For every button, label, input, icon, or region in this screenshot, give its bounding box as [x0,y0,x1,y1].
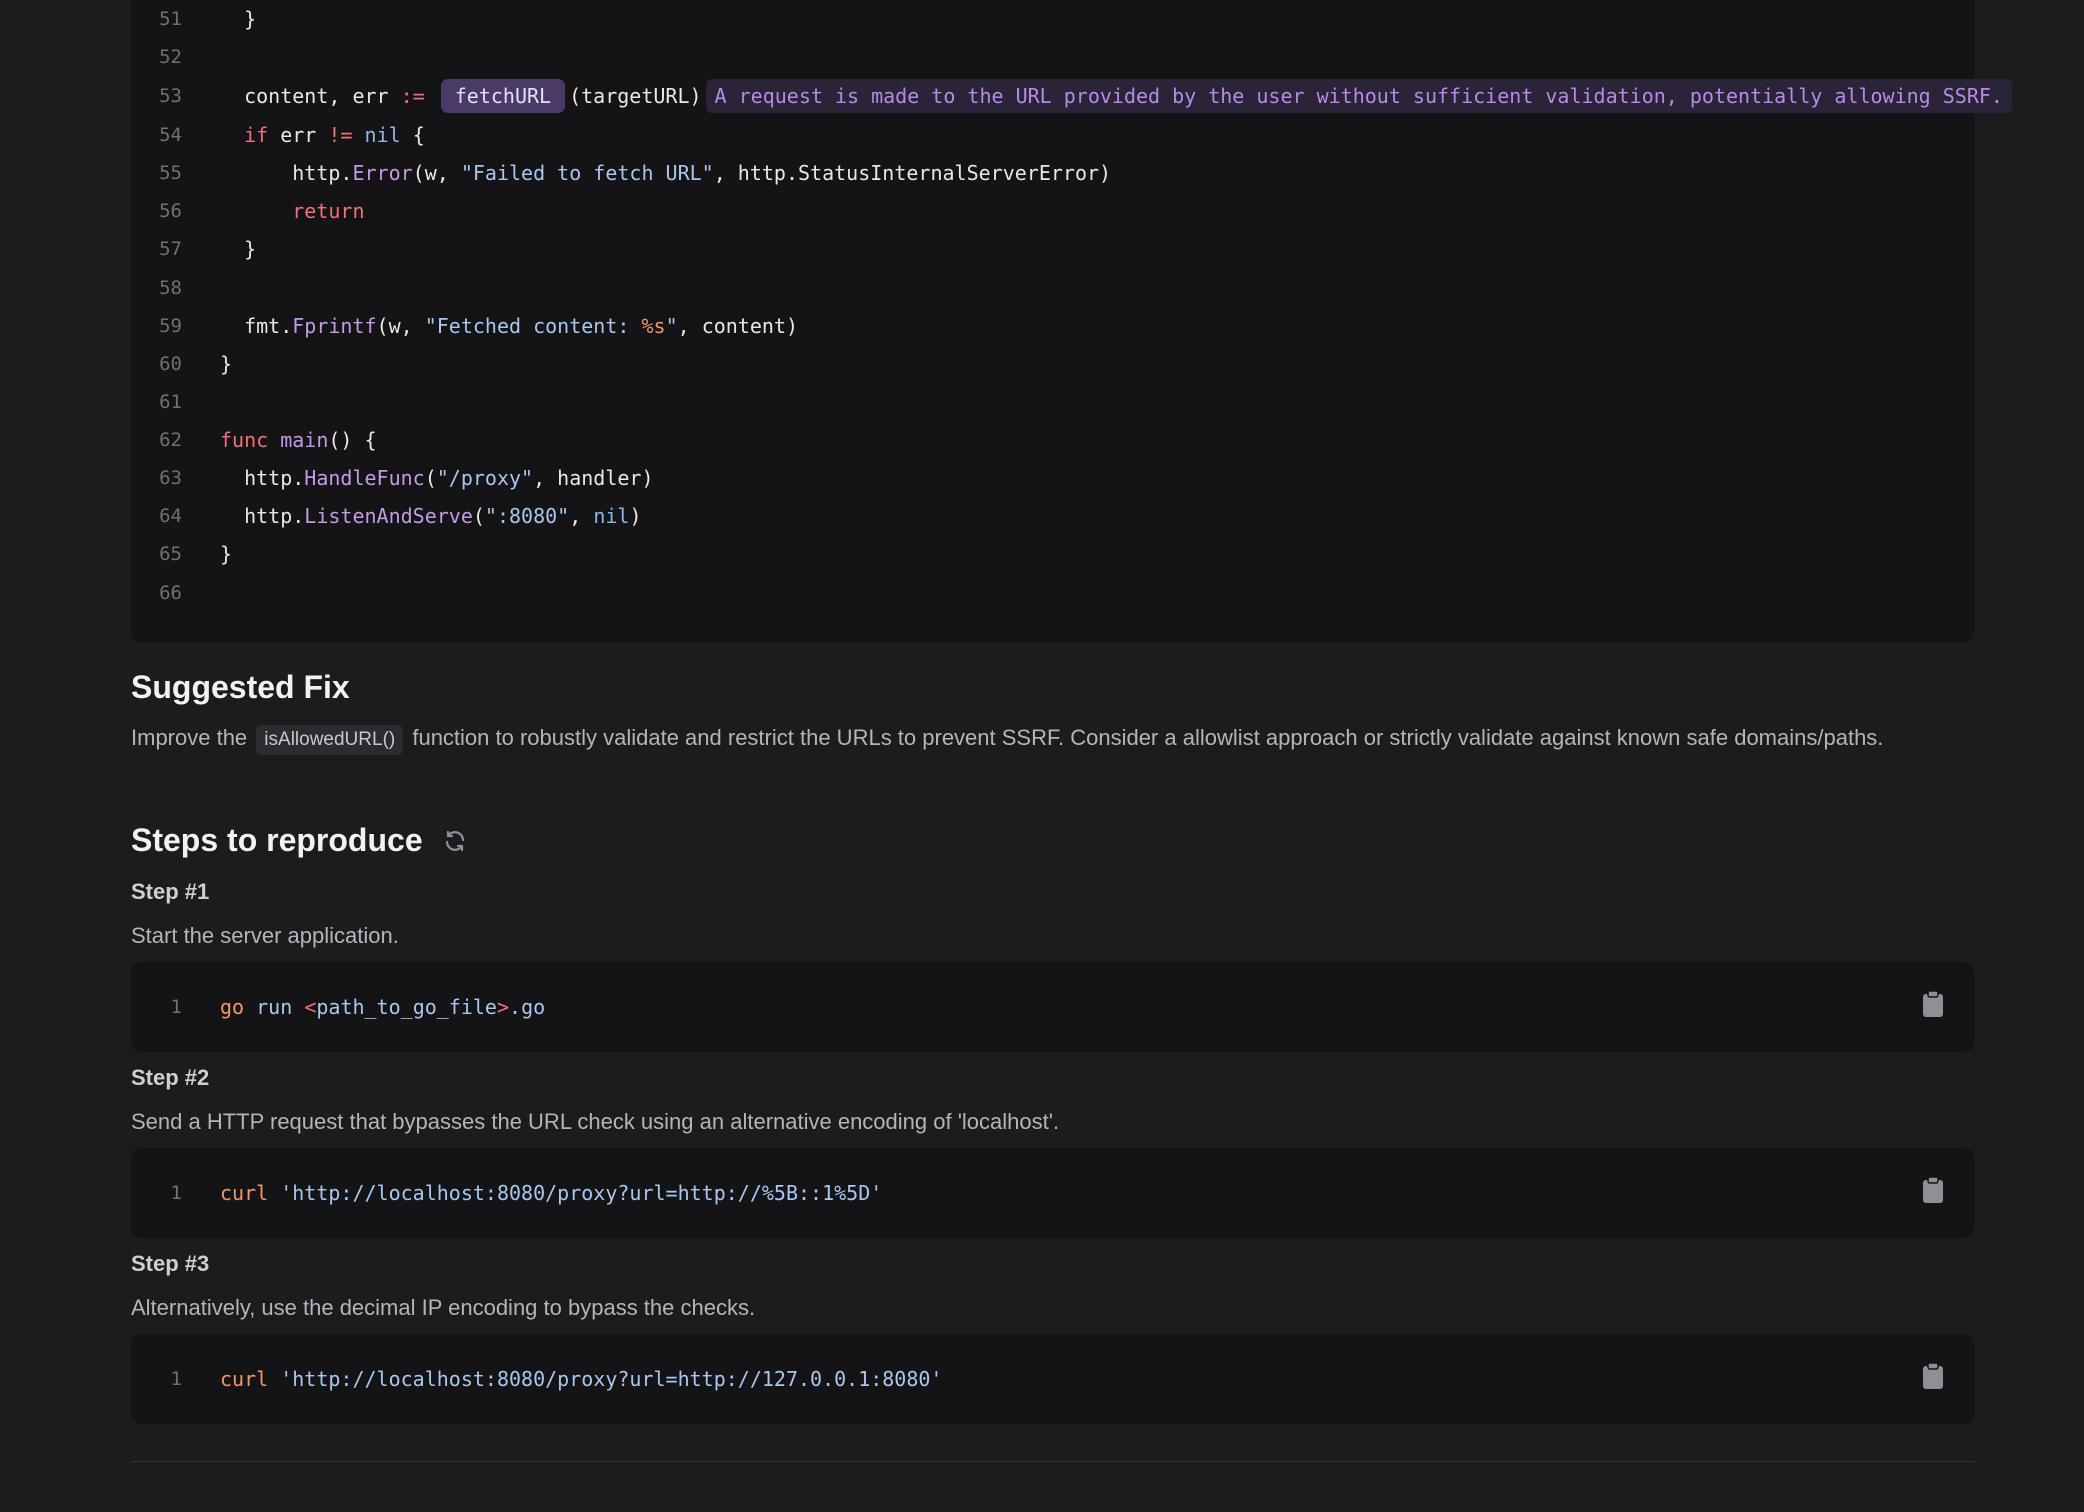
copy-icon[interactable] [1922,990,1944,1018]
step-2-title: Step #2 [131,1065,210,1090]
line-number: 66 [159,582,182,604]
line-number: 62 [159,429,182,451]
source-code-block: 51 } 52 53 content, err := fetchURL (targ… [131,0,2012,643]
code-line: 1 curl 'http://localhost:8080/proxy?url=h… [131,1174,883,1212]
code-line: 64 http.ListenAndServe(":8080", nil) [131,497,641,535]
code-line: 59 fmt.Fprintf(w, "Fetched content: %s",… [131,307,798,345]
step-3-description: Alternatively, use the decimal IP encodi… [131,1295,756,1320]
line-number: 56 [159,200,182,222]
code-line: 58 [131,269,182,307]
line-number: 57 [159,238,182,260]
code-line: 51 } [131,0,256,38]
line-number: 63 [159,467,182,489]
code-line: 65} [131,535,232,573]
line-number: 59 [159,315,182,337]
step-2-description: Send a HTTP request that bypasses the UR… [131,1109,1060,1134]
code-line: 60} [131,345,232,383]
steps-heading: Steps to reproduce [131,822,423,858]
line-number: 58 [159,277,182,299]
code-line: 62 func main() { [131,421,376,459]
inline-code: isAllowedURL() [256,725,404,755]
suggested-fix-text: Improve the isAllowedURL() function to r… [131,719,1931,757]
copy-icon[interactable] [1922,1176,1944,1204]
vulnerability-annotation: A request is made to the URL provided by… [705,79,2012,113]
step-3-title: Step #3 [131,1251,210,1276]
code-line: 54 if err != nil { [131,116,425,154]
code-line: 53 content, err := fetchURL (targetURL) A … [131,77,2012,115]
step-1-description: Start the server application. [131,923,399,948]
divider [131,1461,1974,1462]
step-1-code: 1 go run <path_to_go_file>.go [131,962,1974,1052]
code-line: 57 } [131,230,256,268]
suggested-fix-heading: Suggested Fix [131,669,350,705]
code-line: 52 [131,38,182,76]
code-line: 66 [131,574,182,612]
code-line: 55 http.Error(w, "Failed to fetch URL", … [131,154,1111,192]
line-number: 1 [170,1182,182,1204]
copy-icon[interactable] [1922,1362,1944,1390]
step-1-title: Step #1 [131,879,210,904]
code-line: 56 return [131,192,364,230]
line-number: 54 [159,124,182,146]
code-line: 1 go run <path_to_go_file>.go [131,988,546,1026]
line-number: 61 [159,391,182,413]
line-number: 53 [159,85,182,107]
highlighted-function[interactable]: fetchURL [440,79,566,113]
line-number: 52 [159,46,182,68]
line-number: 65 [159,543,182,565]
line-number: 64 [159,505,182,527]
line-number: 60 [159,353,182,375]
step-3-code: 1 curl 'http://localhost:8080/proxy?url=h… [131,1334,1974,1424]
code-line: 61 [131,383,182,421]
code-line: 1 curl 'http://localhost:8080/proxy?url=h… [131,1360,943,1398]
line-number: 51 [159,8,182,30]
code-line: 63 http.HandleFunc("/proxy", handler) [131,459,653,497]
steps-heading-row: Steps to reproduce [131,822,467,859]
line-number: 1 [170,1368,182,1390]
step-2-code: 1 curl 'http://localhost:8080/proxy?url=h… [131,1148,1974,1238]
line-number: 55 [159,162,182,184]
refresh-icon[interactable] [443,829,467,853]
line-number: 1 [170,996,182,1018]
